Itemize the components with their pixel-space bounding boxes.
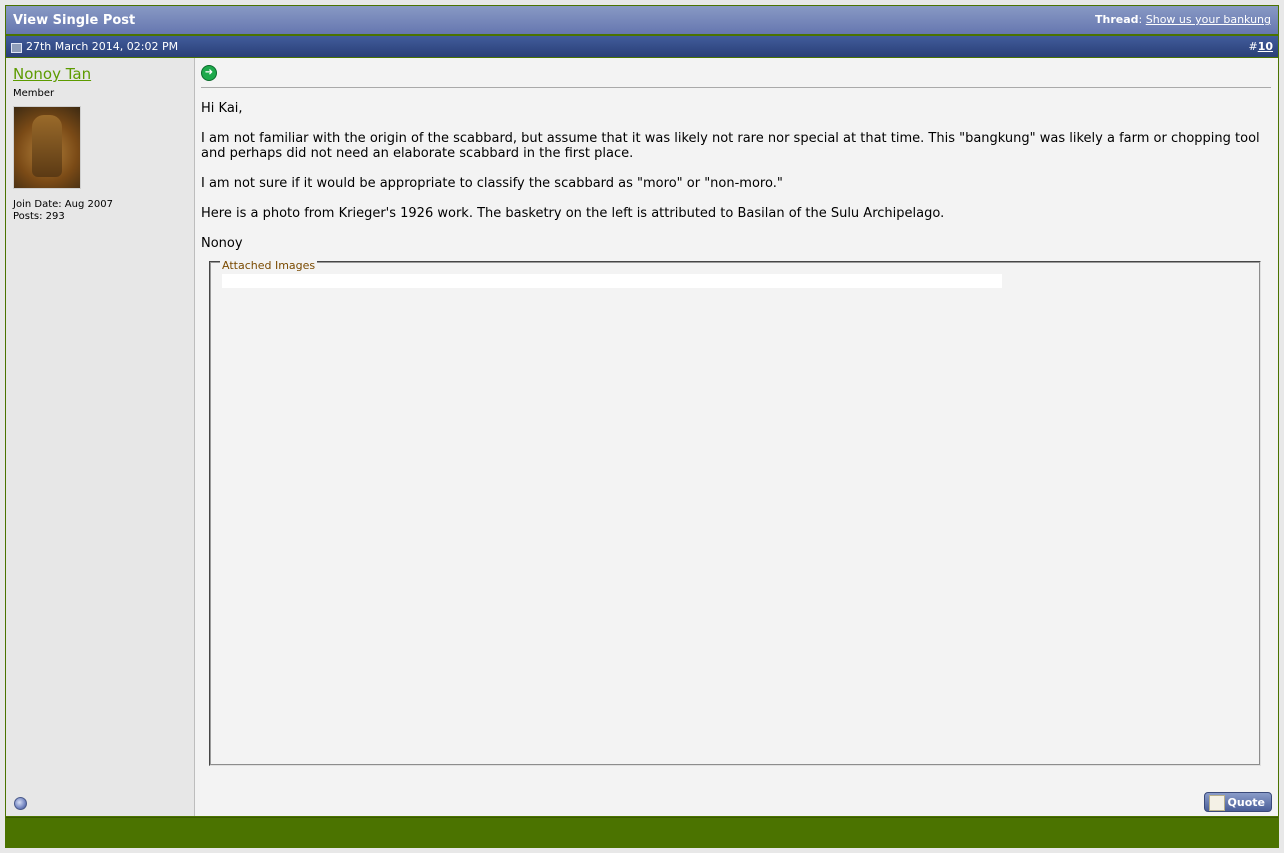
thread-label: Thread	[1095, 13, 1139, 26]
message-paragraph: I am not sure if it would be appropriate…	[201, 176, 783, 191]
message-paragraph: I am not familiar with the origin of the…	[201, 131, 1260, 161]
attached-images-legend: Attached Images	[220, 259, 318, 272]
post-date-wrap: 27th March 2014, 02:02 PM	[11, 40, 178, 53]
old-post-icon	[11, 42, 22, 53]
user-title: Member	[13, 88, 55, 99]
user-panel: Nonoy Tan Member Join Date: Aug 2007 Pos…	[6, 58, 195, 816]
goto-post-arrow-icon[interactable]: ➜	[201, 65, 217, 81]
username-link[interactable]: Nonoy Tan	[13, 65, 91, 83]
post-number-link[interactable]: 10	[1258, 40, 1273, 53]
post-date: 27th March 2014, 02:02 PM	[26, 40, 179, 53]
thread-info: Thread: Show us your bankung	[1095, 13, 1271, 26]
offline-status-icon	[14, 797, 27, 810]
post-number: #10	[1248, 40, 1273, 53]
post-header: 27th March 2014, 02:02 PM #10	[6, 36, 1278, 57]
post-number-prefix: #	[1248, 40, 1258, 53]
quote-button[interactable]: Quote	[1204, 792, 1272, 812]
message-paragraph: Hi Kai,	[201, 101, 243, 116]
quote-label: Quote	[1227, 795, 1265, 809]
avatar-figure	[32, 115, 62, 177]
thread-separator: :	[1138, 13, 1146, 26]
post-content: ➜ Hi Kai, I am not familiar with the ori…	[195, 58, 1278, 816]
message-signature: Nonoy	[201, 236, 243, 251]
page-title: View Single Post	[13, 13, 136, 28]
message-paragraph: Here is a photo from Krieger's 1926 work…	[201, 206, 945, 221]
avatar[interactable]	[13, 106, 81, 189]
join-date: Join Date: Aug 2007	[13, 199, 113, 210]
footer-bar	[6, 817, 1278, 848]
title-bar: View Single Post Thread: Show us your ba…	[6, 6, 1278, 36]
quote-pencil-icon	[1209, 795, 1225, 811]
post-frame: View Single Post Thread: Show us your ba…	[5, 5, 1279, 848]
post-message: Hi Kai, I am not familiar with the origi…	[201, 101, 1271, 266]
attached-image[interactable]	[222, 274, 1002, 288]
thread-link[interactable]: Show us your bankung	[1146, 13, 1271, 26]
post-count: Posts: 293	[13, 211, 65, 222]
attached-images-box: Attached Images	[209, 259, 1261, 766]
post-divider	[201, 87, 1271, 88]
